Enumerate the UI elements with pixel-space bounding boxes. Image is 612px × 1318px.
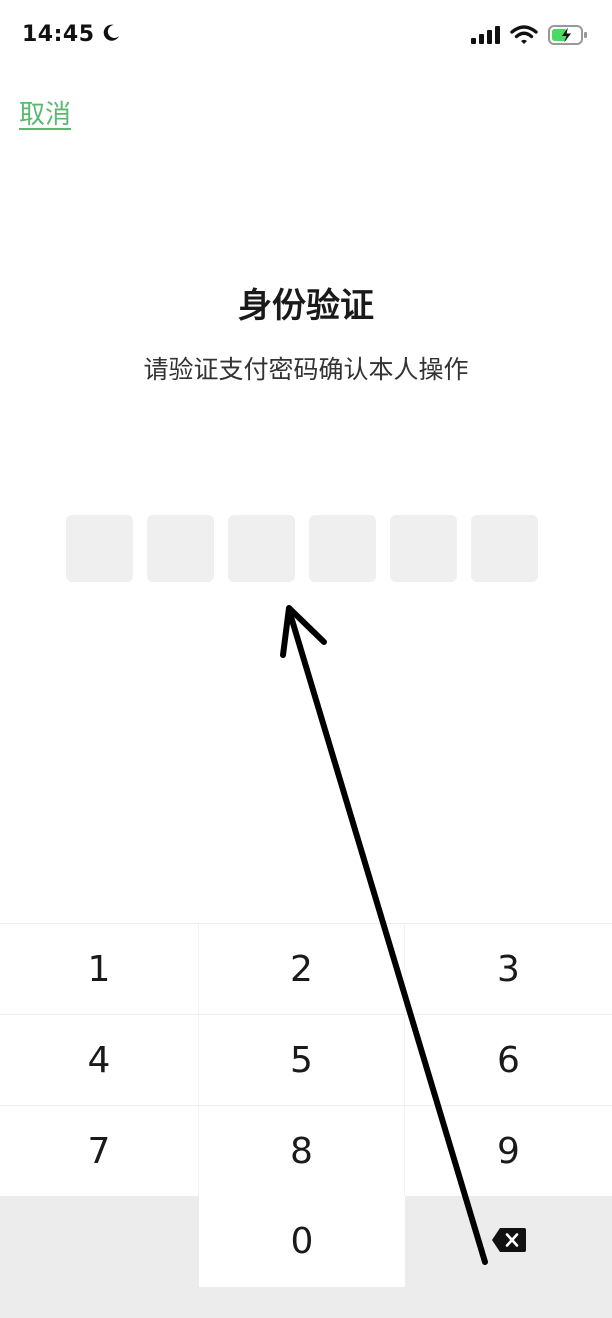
keypad-row: 0 [0,1196,612,1287]
pin-digit-box [228,515,295,582]
page-subtitle: 请验证支付密码确认本人操作 [143,355,469,384]
wifi-icon [510,24,538,50]
pin-digit-box [66,515,133,582]
moon-icon [101,23,121,47]
keypad-row: 7 8 9 [0,1105,612,1197]
key-4[interactable]: 4 [0,1015,199,1106]
pin-digit-box [390,515,457,582]
key-8[interactable]: 8 [199,1106,405,1197]
key-9[interactable]: 9 [405,1106,612,1197]
number-keypad: 1 2 3 4 5 6 7 8 9 0 [0,923,612,1318]
status-icons [470,24,588,50]
key-2[interactable]: 2 [199,924,405,1015]
keypad-row: 4 5 6 [0,1014,612,1106]
key-blank [0,1196,199,1287]
keypad-bottom-strip [0,1287,612,1318]
key-0[interactable]: 0 [199,1196,405,1287]
status-time: 14:45 [22,22,95,47]
key-6[interactable]: 6 [405,1015,612,1106]
status-time-group: 14:45 [22,22,121,47]
cellular-signal-icon [470,25,500,49]
key-5[interactable]: 5 [199,1015,405,1106]
keypad-row: 1 2 3 [0,923,612,1015]
pin-digit-box [147,515,214,582]
key-1[interactable]: 1 [0,924,199,1015]
key-7[interactable]: 7 [0,1106,199,1197]
status-bar: 14:45 [0,0,612,76]
backspace-icon [491,1221,527,1262]
pin-digit-box [309,515,376,582]
page-title: 身份验证 [238,286,374,326]
cancel-link[interactable]: 取消 [19,94,71,131]
pin-digit-box [471,515,538,582]
key-3[interactable]: 3 [405,924,612,1015]
delete-key[interactable] [405,1196,612,1287]
pin-input-row[interactable] [66,515,538,582]
battery-charging-icon [548,24,588,50]
